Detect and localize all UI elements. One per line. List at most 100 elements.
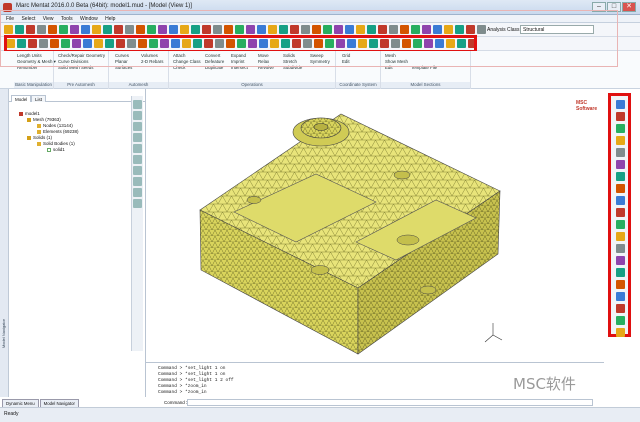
view-tool-icon[interactable] bbox=[616, 280, 625, 289]
toolbar-tool-icon[interactable] bbox=[4, 25, 13, 34]
menu-select[interactable]: Select bbox=[21, 15, 35, 23]
toolbar-tool-icon[interactable] bbox=[435, 39, 444, 48]
toolbar-tool-icon[interactable] bbox=[248, 39, 257, 48]
menu-tools[interactable]: Tools bbox=[61, 15, 73, 23]
tab-model[interactable]: Model bbox=[11, 95, 32, 102]
toolbar-tool-icon[interactable] bbox=[105, 39, 114, 48]
toolbar-tool-icon[interactable] bbox=[257, 25, 266, 34]
strip-tool-icon[interactable] bbox=[133, 100, 142, 109]
toolbar-tool-icon[interactable] bbox=[466, 25, 475, 34]
ribbon-sweep[interactable]: Sweep bbox=[310, 53, 323, 58]
toolbar-tool-icon[interactable] bbox=[59, 25, 68, 34]
view-tool-icon[interactable] bbox=[616, 160, 625, 169]
strip-tool-icon[interactable] bbox=[133, 177, 142, 186]
toolbar-tool-icon[interactable] bbox=[424, 39, 433, 48]
view-tool-icon[interactable] bbox=[616, 268, 625, 277]
view-tool-icon[interactable] bbox=[616, 124, 625, 133]
toolbar-tool-icon[interactable] bbox=[391, 39, 400, 48]
toolbar-tool-icon[interactable] bbox=[202, 25, 211, 34]
toolbar-tool-icon[interactable] bbox=[422, 25, 431, 34]
toolbar-tool-icon[interactable] bbox=[213, 25, 222, 34]
model-navigator-strip-label[interactable]: Model Navigator bbox=[1, 319, 6, 348]
toolbar-tool-icon[interactable] bbox=[17, 39, 26, 48]
ribbon-relax[interactable]: Relax bbox=[258, 59, 269, 64]
toolbar-tool-icon[interactable] bbox=[70, 25, 79, 34]
strip-tool-icon[interactable] bbox=[133, 122, 142, 131]
toolbar-tool-icon[interactable] bbox=[323, 25, 332, 34]
view-tool-icon[interactable] bbox=[616, 172, 625, 181]
toolbar-tool-icon[interactable] bbox=[50, 39, 59, 48]
view-tool-icon[interactable] bbox=[616, 208, 625, 217]
toolbar-tool-icon[interactable] bbox=[37, 25, 46, 34]
ribbon-curve-divisions[interactable]: Curve Divisions bbox=[58, 59, 89, 64]
tree-item-elements[interactable]: Elements (69238) bbox=[37, 129, 79, 134]
toolbar-tool-icon[interactable] bbox=[180, 25, 189, 34]
toolbar-tool-icon[interactable] bbox=[380, 39, 389, 48]
toolbar-tool-icon[interactable] bbox=[281, 39, 290, 48]
toolbar-tool-icon[interactable] bbox=[191, 25, 200, 34]
toolbar-tool-icon[interactable] bbox=[455, 25, 464, 34]
toolbar-tool-icon[interactable] bbox=[356, 25, 365, 34]
ribbon-section-edit[interactable]: Edit bbox=[385, 65, 393, 70]
toolbar-tool-icon[interactable] bbox=[83, 39, 92, 48]
command-input[interactable] bbox=[187, 399, 593, 406]
strip-tool-icon[interactable] bbox=[133, 188, 142, 197]
toolbar-tool-icon[interactable] bbox=[237, 39, 246, 48]
ribbon-stretch[interactable]: Stretch bbox=[283, 59, 297, 64]
toolbar-tool-icon[interactable] bbox=[169, 25, 178, 34]
view-tool-icon[interactable] bbox=[616, 112, 625, 121]
tree-item-model[interactable]: model1 bbox=[19, 111, 40, 116]
strip-tool-icon[interactable] bbox=[133, 155, 142, 164]
close-button[interactable]: ✕ bbox=[622, 2, 636, 12]
toolbar-tool-icon[interactable] bbox=[127, 39, 136, 48]
tree-item-nodes[interactable]: Nodes (13144) bbox=[37, 123, 73, 128]
toolbar-tool-icon[interactable] bbox=[138, 39, 147, 48]
analysis-class-select[interactable]: Structural bbox=[520, 25, 594, 34]
toolbar-tool-icon[interactable] bbox=[402, 39, 411, 48]
toolbar-tool-icon[interactable] bbox=[235, 25, 244, 34]
strip-tool-icon[interactable] bbox=[133, 166, 142, 175]
toolbar-tool-icon[interactable] bbox=[182, 39, 191, 48]
toolbar-tool-icon[interactable] bbox=[314, 39, 323, 48]
ribbon-planar[interactable]: Planar bbox=[115, 59, 128, 64]
toolbar-tool-icon[interactable] bbox=[39, 39, 48, 48]
checkbox-icon[interactable] bbox=[47, 147, 51, 152]
view-tool-icon[interactable] bbox=[616, 316, 625, 325]
toolbar-tool-icon[interactable] bbox=[444, 25, 453, 34]
view-tool-icon[interactable] bbox=[616, 136, 625, 145]
tree-item-mesh[interactable]: Mesh (79363) bbox=[27, 117, 61, 122]
ribbon-solids[interactable]: Solids bbox=[283, 53, 295, 58]
toolbar-tool-icon[interactable] bbox=[147, 25, 156, 34]
toolbar-tool-icon[interactable] bbox=[290, 25, 299, 34]
toolbar-tool-icon[interactable] bbox=[226, 39, 235, 48]
toolbar-tool-icon[interactable] bbox=[193, 39, 202, 48]
menu-window[interactable]: Window bbox=[80, 15, 98, 23]
ribbon-solid-mesh-seeds[interactable]: Solid Mesh Seeds bbox=[58, 65, 93, 70]
toolbar-tool-icon[interactable] bbox=[292, 39, 301, 48]
toolbar-tool-icon[interactable] bbox=[26, 25, 35, 34]
toolbar-tool-icon[interactable] bbox=[81, 25, 90, 34]
view-tool-icon[interactable] bbox=[616, 148, 625, 157]
menu-file[interactable]: File bbox=[6, 15, 14, 23]
ribbon-attach[interactable]: Attach bbox=[173, 53, 185, 58]
toolbar-tool-icon[interactable] bbox=[433, 25, 442, 34]
toolbar-tool-icon[interactable] bbox=[224, 25, 233, 34]
ribbon-move[interactable]: Move bbox=[258, 53, 269, 58]
ribbon-template-file[interactable]: Template File bbox=[411, 65, 437, 70]
view-tool-icon[interactable] bbox=[616, 304, 625, 313]
view-tool-icon[interactable] bbox=[616, 184, 625, 193]
ribbon-imprint[interactable]: Imprint bbox=[231, 59, 244, 64]
tab-list[interactable]: List bbox=[31, 95, 47, 102]
toolbar-tool-icon[interactable] bbox=[400, 25, 409, 34]
toolbar-tool-icon[interactable] bbox=[171, 39, 180, 48]
toolbar-tool-icon[interactable] bbox=[268, 25, 277, 34]
ribbon-duplicate[interactable]: Duplicate bbox=[205, 65, 223, 70]
toolbar-tool-icon[interactable] bbox=[367, 25, 376, 34]
toolbar-tool-icon[interactable] bbox=[28, 39, 37, 48]
toolbar-tool-icon[interactable] bbox=[103, 25, 112, 34]
toolbar-tool-icon[interactable] bbox=[215, 39, 224, 48]
toolbar-tool-icon[interactable] bbox=[446, 39, 455, 48]
view-tool-icon[interactable] bbox=[616, 292, 625, 301]
ribbon-convert[interactable]: Convert bbox=[205, 53, 220, 58]
ribbon-show-mesh[interactable]: Show Mesh bbox=[385, 59, 408, 64]
